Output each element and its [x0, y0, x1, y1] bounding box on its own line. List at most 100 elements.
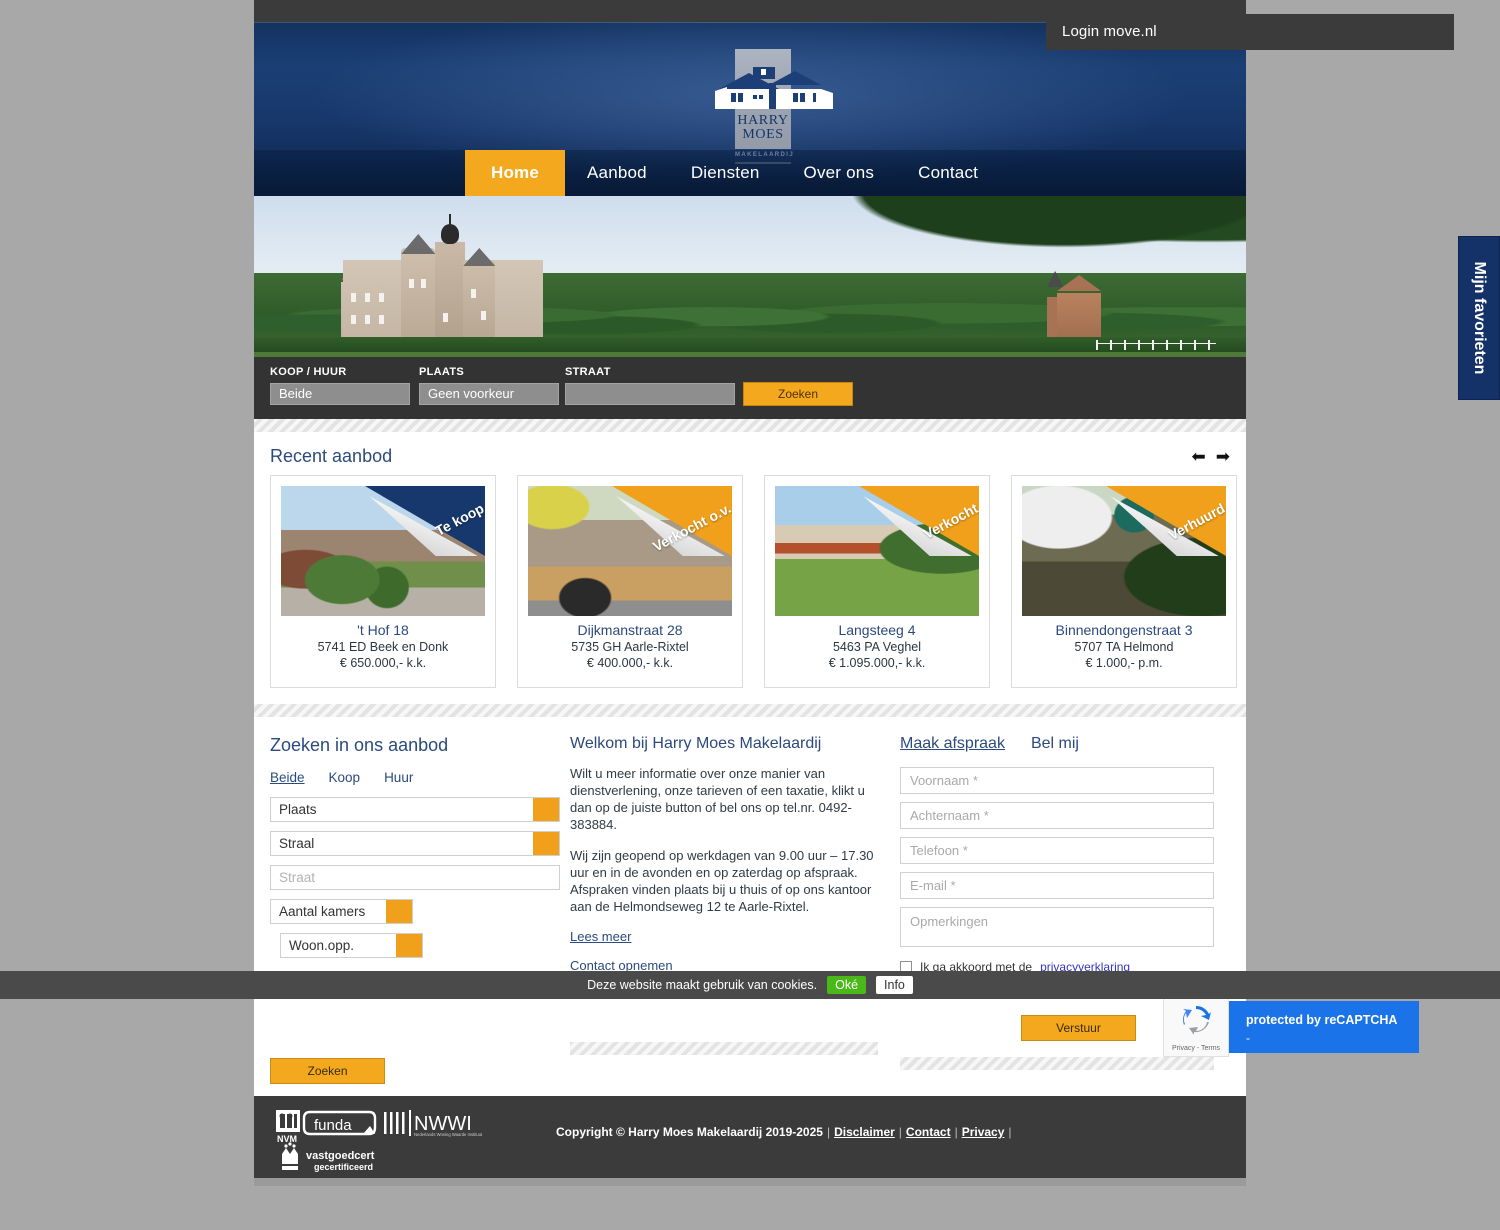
tab-maak-afspraak[interactable]: Maak afspraak	[900, 735, 1005, 753]
nav-item-diensten[interactable]: Diensten	[669, 150, 782, 196]
property-zip-city: 5707 TA Helmond	[1074, 640, 1174, 654]
arrow-right-icon[interactable]: ➡	[1216, 447, 1230, 467]
straal-dropdown-icon[interactable]	[533, 832, 559, 855]
koop-huur-select[interactable]: Beide	[270, 383, 410, 405]
quick-search-bar: KOOP / HUUR PLAATS STRAAT Beide Geen voo…	[254, 357, 1246, 419]
property-photo: Verhuurd	[1022, 486, 1226, 616]
property-zip-city: 5735 GH Aarle-Rixtel	[571, 640, 689, 654]
verstuur-button[interactable]: Verstuur	[1021, 1015, 1136, 1041]
striped-divider-top	[254, 419, 1246, 432]
property-card[interactable]: Verhuurd Binnendongenstraat 3 5707 TA He…	[1011, 475, 1237, 688]
achternaam-field[interactable]	[900, 802, 1214, 829]
voornaam-field[interactable]	[900, 767, 1214, 794]
property-price: € 1.095.000,- k.k.	[828, 656, 926, 670]
telefoon-field[interactable]	[900, 837, 1214, 864]
woonopp-dropdown-icon[interactable]	[396, 934, 422, 957]
striped-divider-middle	[254, 704, 1246, 717]
opmerkingen-field[interactable]	[900, 907, 1214, 947]
woonopp-row	[280, 933, 423, 958]
property-address: 't Hof 18	[357, 622, 409, 638]
search-panel: Zoeken in ons aanbod Beide Koop Huur Pla…	[270, 717, 570, 1113]
house-icon	[709, 63, 837, 111]
vastgoedcert-logo: vastgoedcert gecertificeerd	[282, 1142, 375, 1172]
hero-house	[1047, 271, 1107, 341]
straal-select-input[interactable]	[270, 831, 560, 856]
status-ribbon: Te koop	[365, 486, 485, 556]
login-move-button[interactable]: Login move.nl	[1046, 14, 1454, 50]
content-columns: Zoeken in ons aanbod Beide Koop Huur Pla…	[254, 717, 1246, 1113]
straat-text-input[interactable]	[270, 865, 560, 890]
tab-huur[interactable]: Huur	[384, 770, 413, 785]
tab-koop[interactable]: Koop	[329, 770, 361, 785]
nav-item-contact[interactable]: Contact	[896, 150, 1000, 196]
search-panel-tabs: Beide Koop Huur	[270, 770, 560, 785]
nav-item-home[interactable]: Home	[465, 150, 565, 196]
contact-form-tabs: Maak afspraak Bel mij	[900, 735, 1214, 753]
property-card[interactable]: Verkocht o.v. Dijkmanstraat 28 5735 GH A…	[517, 475, 743, 688]
hero-canopy	[789, 196, 1246, 265]
plaats-row	[270, 797, 560, 822]
mijn-favorieten-label: Mijn favorieten	[1471, 261, 1488, 375]
property-price: € 650.000,- k.k.	[339, 656, 427, 670]
footer-logos: NVM funda NWWI Nederlands Woning Waarde	[274, 1108, 504, 1174]
status-ribbon: Verkocht	[859, 486, 979, 556]
footer-link-disclaimer[interactable]: Disclaimer	[834, 1125, 895, 1139]
cookie-info-button[interactable]: Info	[876, 976, 913, 994]
page-container: HARRY MOES MAKELAARDIJ Home Aanbod Diens…	[254, 0, 1246, 1186]
status-ribbon: Verhuurd	[1106, 486, 1226, 556]
plaats-dropdown-icon[interactable]	[533, 798, 559, 821]
recaptcha-icon	[1174, 1005, 1218, 1035]
property-photo: Te koop	[281, 486, 485, 616]
recaptcha-dash: -	[1246, 1031, 1250, 1045]
kamers-dropdown-icon[interactable]	[386, 900, 412, 923]
mijn-favorieten-tab[interactable]: Mijn favorieten	[1458, 236, 1500, 400]
search-submit-button[interactable]: Zoeken	[270, 1058, 385, 1084]
property-address: Langsteeg 4	[838, 622, 916, 638]
footer-copyright: Copyright © Harry Moes Makelaardij 2019-…	[556, 1125, 1012, 1139]
carousel-arrows: ⬅ ➡	[1192, 447, 1231, 467]
welcome-paragraph-1: Wilt u meer informatie over onze manier …	[570, 766, 865, 832]
property-card[interactable]: Te koop 't Hof 18 5741 ED Beek en Donk €…	[270, 475, 496, 688]
recaptcha-protected-text: protected by reCAPTCHA	[1246, 1013, 1398, 1027]
nav-item-over-ons[interactable]: Over ons	[782, 150, 897, 196]
svg-text:NVM: NVM	[277, 1134, 297, 1144]
property-photo: Verkocht	[775, 486, 979, 616]
cookie-accept-button[interactable]: Oké	[827, 976, 867, 994]
nav-item-aanbod[interactable]: Aanbod	[565, 150, 669, 196]
footer-bottom-bar	[254, 1178, 1246, 1186]
straat-input[interactable]	[565, 383, 735, 405]
recaptcha-badge[interactable]: Privacy - Terms	[1163, 997, 1229, 1057]
logo-line-1: HARRY	[737, 113, 789, 128]
arrow-left-icon[interactable]: ⬅	[1192, 447, 1206, 467]
welcome-title: Welkom bij Harry Moes Makelaardij	[570, 735, 822, 752]
recent-offers-header: Recent aanbod ⬅ ➡	[270, 432, 1230, 475]
recent-offers-section: Recent aanbod ⬅ ➡ Te koop 't Hof 18 5741…	[254, 432, 1246, 688]
quick-search-button[interactable]: Zoeken	[743, 382, 853, 406]
footer-link-contact[interactable]: Contact	[906, 1125, 951, 1139]
kamers-row	[270, 899, 413, 924]
label-straat: STRAAT	[565, 366, 611, 378]
property-card[interactable]: Verkocht Langsteeg 4 5463 PA Veghel € 1.…	[764, 475, 990, 688]
tab-bel-mij[interactable]: Bel mij	[1031, 735, 1079, 753]
welcome-panel: Welkom bij Harry Moes Makelaardij Wilt u…	[570, 717, 900, 1113]
tab-beide[interactable]: Beide	[270, 770, 305, 785]
property-zip-city: 5741 ED Beek en Donk	[317, 640, 449, 654]
footer-link-privacy[interactable]: Privacy	[962, 1125, 1005, 1139]
plaats-select[interactable]: Geen voorkeur	[419, 383, 559, 405]
property-meta: Dijkmanstraat 28 5735 GH Aarle-Rixtel € …	[528, 622, 732, 671]
email-field[interactable]	[900, 872, 1214, 899]
lees-meer-link[interactable]: Lees meer	[570, 929, 878, 944]
straal-row	[270, 831, 560, 856]
recent-offers-title: Recent aanbod	[270, 446, 393, 466]
plaats-select-input[interactable]	[270, 797, 560, 822]
cookie-consent-bar: Deze website maakt gebruik van cookies. …	[0, 971, 1500, 999]
logo-line-2: MOES	[742, 127, 784, 142]
recaptcha-privacy-terms[interactable]: Privacy - Terms	[1164, 1045, 1228, 1052]
property-zip-city: 5463 PA Veghel	[832, 640, 922, 654]
site-footer: NVM funda NWWI Nederlands Woning Waarde	[254, 1096, 1246, 1186]
label-plaats: PLAATS	[419, 366, 464, 378]
recaptcha-protected-note: protected by reCAPTCHA -	[1229, 1001, 1419, 1053]
cookie-text: Deze website maakt gebruik van cookies.	[587, 978, 818, 992]
striped-divider-col2	[570, 1042, 878, 1055]
svg-text:funda: funda	[314, 1117, 352, 1134]
